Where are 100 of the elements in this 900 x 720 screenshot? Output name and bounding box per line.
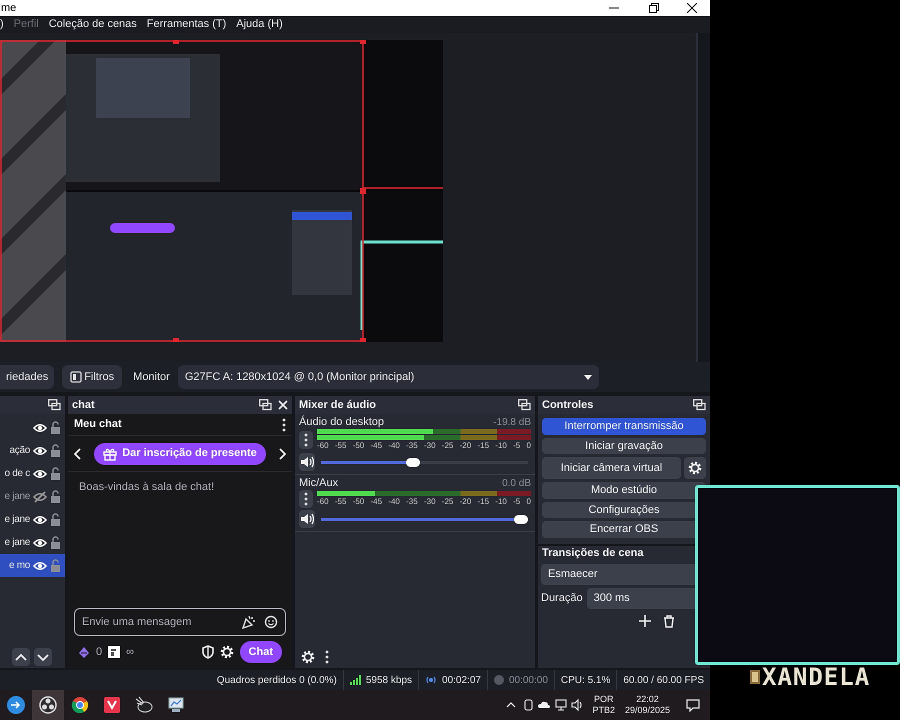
menu-item[interactable]: ): [0, 16, 4, 33]
scale-label: -45: [370, 497, 382, 507]
channel-menu-button[interactable]: [299, 431, 313, 449]
diamond-icon: [78, 646, 90, 658]
keyboard-layout[interactable]: POR: [594, 694, 614, 705]
channel-menu-button[interactable]: [299, 490, 313, 508]
chat-channel-name: Meu chat: [74, 417, 122, 432]
control-button[interactable]: Iniciar câmera virtual: [542, 457, 681, 479]
close-icon: [687, 3, 697, 13]
monitor-select[interactable]: G27FC A: 1280x1024 @ 0,0 (Monitor principal): [178, 365, 599, 389]
more-icon[interactable]: [325, 650, 329, 664]
chat-send-button[interactable]: Chat: [240, 641, 282, 663]
scale-label: -60: [317, 497, 329, 507]
monitor-label: Monitor: [133, 370, 170, 385]
settings-icon: [688, 461, 702, 475]
chevron-up-icon[interactable]: [506, 702, 516, 708]
eye-slash-icon[interactable]: [33, 490, 47, 502]
eye-icon[interactable]: [33, 444, 47, 456]
dock-title: chat: [72, 398, 95, 413]
eye-icon[interactable]: [33, 422, 47, 434]
eye-icon[interactable]: [33, 514, 47, 526]
dock-title: Mixer de áudio: [299, 398, 376, 413]
undock-icon[interactable]: [48, 399, 61, 411]
message-composer[interactable]: Envie uma mensagem: [74, 608, 286, 636]
source-name: o de c: [4, 467, 30, 481]
settings-icon[interactable]: [220, 645, 234, 659]
unlocked-icon[interactable]: [50, 467, 61, 480]
control-button[interactable]: Interromper transmissão: [542, 418, 706, 434]
channel-name: Áudio do desktop: [299, 414, 384, 430]
chevron-left-icon[interactable]: [74, 448, 81, 460]
control-button[interactable]: Iniciar gravação: [542, 438, 706, 454]
trash-icon[interactable]: [663, 614, 675, 628]
scale-label: -25: [442, 441, 454, 451]
tray-icons[interactable]: [524, 698, 584, 712]
add-icon[interactable]: [639, 614, 651, 626]
unlocked-icon[interactable]: [50, 490, 61, 503]
undock-icon[interactable]: [259, 399, 272, 411]
undock-icon[interactable]: [518, 399, 531, 411]
gift-subscription-button[interactable]: Dar inscrição de presente: [94, 442, 266, 464]
filters-button[interactable]: Filtros: [62, 365, 122, 389]
eye-icon[interactable]: [33, 536, 47, 548]
eye-icon[interactable]: [33, 468, 47, 480]
source-row[interactable]: ação: [0, 439, 65, 462]
settings-icon[interactable]: [301, 650, 315, 664]
menu-item[interactable]: Ajuda (H): [236, 16, 283, 33]
control-button[interactable]: Modo estúdio: [542, 482, 706, 498]
unlocked-icon[interactable]: [50, 536, 61, 549]
confetti-icon[interactable]: [242, 615, 256, 629]
message-input[interactable]: Envie uma mensagem: [82, 614, 234, 630]
virtual-camera-settings-button[interactable]: [684, 457, 706, 479]
taskbar-app[interactable]: [32, 690, 64, 720]
more-icon[interactable]: [282, 418, 286, 432]
close-icon[interactable]: [278, 400, 288, 410]
emoji-icon[interactable]: [264, 615, 278, 629]
speaker-icon: [300, 512, 314, 526]
status-text: 00:00:00: [508, 674, 548, 688]
badge-icon: [108, 646, 120, 658]
menu-item[interactable]: Coleção de cenas: [48, 16, 137, 33]
eye-icon[interactable]: [33, 560, 47, 572]
source-row[interactable]: e mo: [0, 554, 65, 577]
duration-label: Duração: [541, 590, 583, 606]
scale-label: 0: [526, 441, 531, 451]
scale-label: -60: [317, 441, 329, 451]
undock-icon[interactable]: [693, 399, 706, 411]
scale-label: -35: [406, 497, 418, 507]
chevron-right-icon[interactable]: [278, 448, 286, 460]
scale-label: -50: [352, 441, 364, 451]
slider-thumb[interactable]: [406, 458, 420, 466]
window-title: me: [0, 2, 16, 14]
unlocked-icon[interactable]: [50, 421, 61, 434]
scale-label: -20: [460, 497, 472, 507]
mute-button[interactable]: [299, 453, 315, 471]
source-row[interactable]: e jane: [0, 485, 65, 508]
unlocked-icon[interactable]: [50, 444, 61, 457]
slider-thumb[interactable]: [514, 514, 528, 524]
status-text: 60.00 / 60.00 FPS: [623, 674, 704, 688]
app-icon: [102, 695, 122, 715]
gift-icon: [103, 446, 118, 460]
keyboard-layout[interactable]: PTB2: [592, 705, 615, 716]
clock-time[interactable]: 22:02: [636, 694, 659, 705]
logo-mark-icon: [750, 668, 760, 686]
menu-item[interactable]: Ferramentas (T): [146, 16, 226, 33]
scale-label: -35: [406, 441, 418, 451]
move-up-button[interactable]: [12, 648, 30, 666]
properties-button[interactable]: riedades: [0, 365, 54, 389]
scale-label: -5: [513, 497, 520, 507]
unlocked-icon[interactable]: [50, 513, 61, 526]
source-row[interactable]: o de c: [0, 462, 65, 485]
source-row[interactable]: e jane: [0, 508, 65, 531]
notification-icon[interactable]: [686, 698, 700, 712]
scale-label: 0: [526, 497, 531, 507]
app-icon: [38, 695, 58, 715]
clock-date[interactable]: 29/09/2025: [624, 705, 670, 716]
infinity-count: ∞: [126, 644, 134, 660]
app-icon: [70, 695, 90, 715]
shield-icon[interactable]: [202, 645, 214, 659]
scale-label: -45: [370, 441, 382, 451]
source-row[interactable]: e jane: [0, 531, 65, 554]
move-down-button[interactable]: [34, 648, 52, 666]
mute-button[interactable]: [299, 510, 315, 528]
